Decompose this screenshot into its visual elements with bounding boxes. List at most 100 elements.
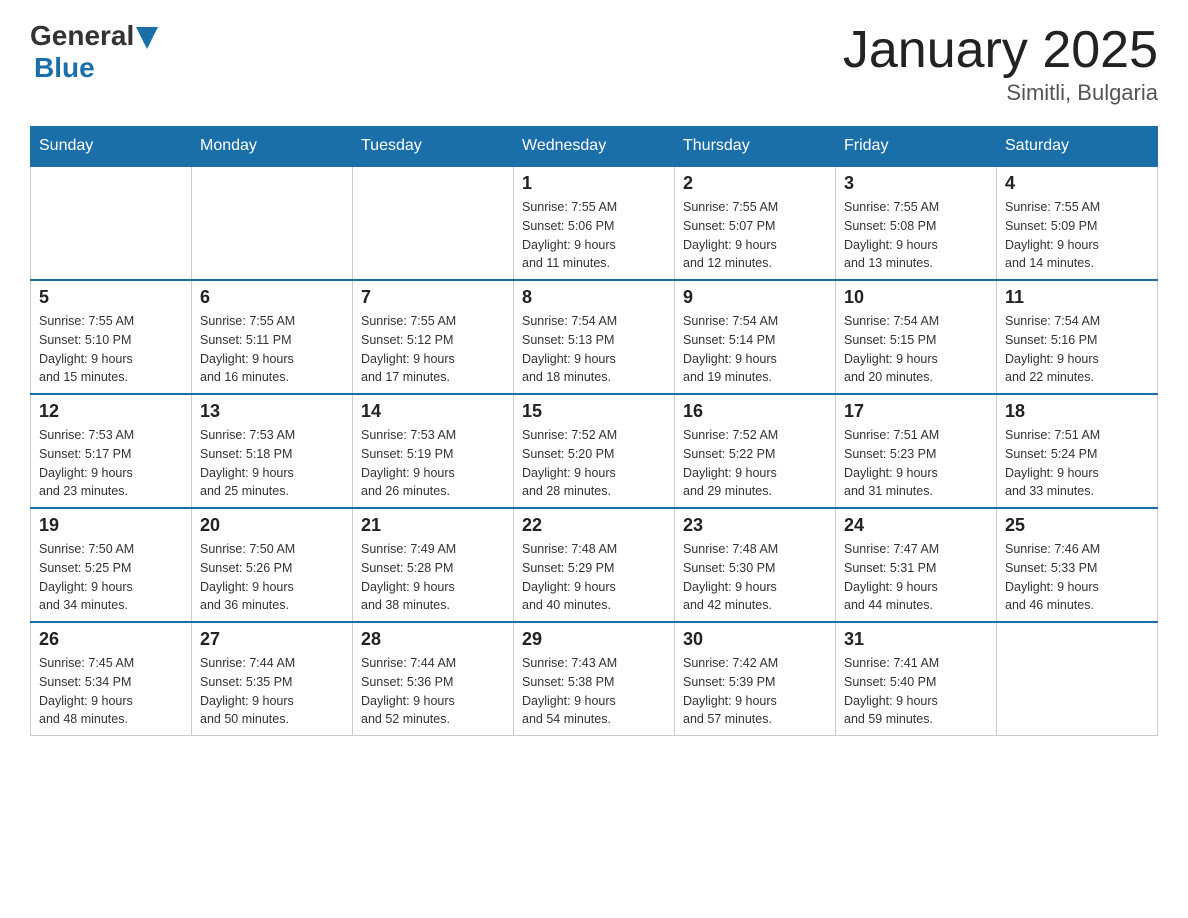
day-number: 21	[361, 515, 505, 536]
calendar-cell: 1 Sunrise: 7:55 AM Sunset: 5:06 PM Daylig…	[514, 166, 675, 280]
day-number: 11	[1005, 287, 1149, 308]
day-info: Sunrise: 7:41 AM Sunset: 5:40 PM Dayligh…	[844, 654, 988, 729]
calendar-cell: 10 Sunrise: 7:54 AM Sunset: 5:15 PM Dayli…	[836, 280, 997, 394]
day-number: 19	[39, 515, 183, 536]
day-info: Sunrise: 7:54 AM Sunset: 5:14 PM Dayligh…	[683, 312, 827, 387]
day-number: 22	[522, 515, 666, 536]
day-info: Sunrise: 7:52 AM Sunset: 5:20 PM Dayligh…	[522, 426, 666, 501]
day-info: Sunrise: 7:50 AM Sunset: 5:26 PM Dayligh…	[200, 540, 344, 615]
day-number: 26	[39, 629, 183, 650]
day-info: Sunrise: 7:55 AM Sunset: 5:12 PM Dayligh…	[361, 312, 505, 387]
day-number: 18	[1005, 401, 1149, 422]
day-info: Sunrise: 7:55 AM Sunset: 5:06 PM Dayligh…	[522, 198, 666, 273]
day-number: 14	[361, 401, 505, 422]
calendar-body: 1 Sunrise: 7:55 AM Sunset: 5:06 PM Daylig…	[31, 166, 1158, 736]
calendar-subtitle: Simitli, Bulgaria	[843, 80, 1158, 106]
day-number: 13	[200, 401, 344, 422]
calendar-cell: 21Sunrise: 7:49 AM Sunset: 5:28 PM Dayli…	[353, 508, 514, 622]
week-row-2: 5 Sunrise: 7:55 AM Sunset: 5:10 PM Daylig…	[31, 280, 1158, 394]
day-number: 17	[844, 401, 988, 422]
calendar-cell: 14 Sunrise: 7:53 AM Sunset: 5:19 PM Dayli…	[353, 394, 514, 508]
title-section: January 2025 Simitli, Bulgaria	[843, 20, 1158, 106]
day-number: 10	[844, 287, 988, 308]
calendar-cell: 11Sunrise: 7:54 AM Sunset: 5:16 PM Dayli…	[997, 280, 1158, 394]
calendar-header: SundayMondayTuesdayWednesdayThursdayFrid…	[31, 127, 1158, 167]
day-info: Sunrise: 7:45 AM Sunset: 5:34 PM Dayligh…	[39, 654, 183, 729]
day-info: Sunrise: 7:44 AM Sunset: 5:35 PM Dayligh…	[200, 654, 344, 729]
calendar-cell: 2 Sunrise: 7:55 AM Sunset: 5:07 PM Daylig…	[675, 166, 836, 280]
calendar-cell: 25 Sunrise: 7:46 AM Sunset: 5:33 PM Dayli…	[997, 508, 1158, 622]
header-day-wednesday: Wednesday	[514, 127, 675, 167]
calendar-cell: 5 Sunrise: 7:55 AM Sunset: 5:10 PM Daylig…	[31, 280, 192, 394]
day-number: 28	[361, 629, 505, 650]
day-info: Sunrise: 7:48 AM Sunset: 5:30 PM Dayligh…	[683, 540, 827, 615]
calendar-cell	[31, 166, 192, 280]
calendar-cell: 9 Sunrise: 7:54 AM Sunset: 5:14 PM Daylig…	[675, 280, 836, 394]
day-number: 20	[200, 515, 344, 536]
header-row: SundayMondayTuesdayWednesdayThursdayFrid…	[31, 127, 1158, 167]
day-number: 25	[1005, 515, 1149, 536]
day-info: Sunrise: 7:50 AM Sunset: 5:25 PM Dayligh…	[39, 540, 183, 615]
calendar-cell: 3 Sunrise: 7:55 AM Sunset: 5:08 PM Daylig…	[836, 166, 997, 280]
day-info: Sunrise: 7:55 AM Sunset: 5:09 PM Dayligh…	[1005, 198, 1149, 273]
day-info: Sunrise: 7:51 AM Sunset: 5:24 PM Dayligh…	[1005, 426, 1149, 501]
week-row-3: 12Sunrise: 7:53 AM Sunset: 5:17 PM Dayli…	[31, 394, 1158, 508]
day-info: Sunrise: 7:53 AM Sunset: 5:19 PM Dayligh…	[361, 426, 505, 501]
header-day-saturday: Saturday	[997, 127, 1158, 167]
day-number: 15	[522, 401, 666, 422]
day-number: 2	[683, 173, 827, 194]
calendar-cell: 13 Sunrise: 7:53 AM Sunset: 5:18 PM Dayli…	[192, 394, 353, 508]
day-number: 9	[683, 287, 827, 308]
logo-blue-text: Blue	[34, 52, 95, 84]
day-number: 12	[39, 401, 183, 422]
day-info: Sunrise: 7:54 AM Sunset: 5:15 PM Dayligh…	[844, 312, 988, 387]
calendar-cell: 23 Sunrise: 7:48 AM Sunset: 5:30 PM Dayli…	[675, 508, 836, 622]
calendar-cell: 4 Sunrise: 7:55 AM Sunset: 5:09 PM Daylig…	[997, 166, 1158, 280]
header-day-monday: Monday	[192, 127, 353, 167]
day-info: Sunrise: 7:54 AM Sunset: 5:13 PM Dayligh…	[522, 312, 666, 387]
day-number: 31	[844, 629, 988, 650]
day-number: 16	[683, 401, 827, 422]
calendar-cell: 7 Sunrise: 7:55 AM Sunset: 5:12 PM Daylig…	[353, 280, 514, 394]
calendar-cell: 30 Sunrise: 7:42 AM Sunset: 5:39 PM Dayli…	[675, 622, 836, 736]
calendar-cell: 31 Sunrise: 7:41 AM Sunset: 5:40 PM Dayli…	[836, 622, 997, 736]
week-row-5: 26 Sunrise: 7:45 AM Sunset: 5:34 PM Dayli…	[31, 622, 1158, 736]
day-info: Sunrise: 7:48 AM Sunset: 5:29 PM Dayligh…	[522, 540, 666, 615]
day-info: Sunrise: 7:52 AM Sunset: 5:22 PM Dayligh…	[683, 426, 827, 501]
day-number: 8	[522, 287, 666, 308]
header-day-thursday: Thursday	[675, 127, 836, 167]
calendar-table: SundayMondayTuesdayWednesdayThursdayFrid…	[30, 126, 1158, 736]
day-info: Sunrise: 7:55 AM Sunset: 5:07 PM Dayligh…	[683, 198, 827, 273]
day-number: 5	[39, 287, 183, 308]
calendar-cell: 27Sunrise: 7:44 AM Sunset: 5:35 PM Dayli…	[192, 622, 353, 736]
day-info: Sunrise: 7:43 AM Sunset: 5:38 PM Dayligh…	[522, 654, 666, 729]
day-number: 3	[844, 173, 988, 194]
day-info: Sunrise: 7:55 AM Sunset: 5:11 PM Dayligh…	[200, 312, 344, 387]
day-info: Sunrise: 7:47 AM Sunset: 5:31 PM Dayligh…	[844, 540, 988, 615]
header-day-sunday: Sunday	[31, 127, 192, 167]
day-number: 30	[683, 629, 827, 650]
calendar-cell: 22 Sunrise: 7:48 AM Sunset: 5:29 PM Dayli…	[514, 508, 675, 622]
header-day-friday: Friday	[836, 127, 997, 167]
day-number: 24	[844, 515, 988, 536]
day-number: 29	[522, 629, 666, 650]
day-info: Sunrise: 7:46 AM Sunset: 5:33 PM Dayligh…	[1005, 540, 1149, 615]
day-number: 4	[1005, 173, 1149, 194]
logo-general-text: General	[30, 20, 134, 52]
calendar-cell: 18 Sunrise: 7:51 AM Sunset: 5:24 PM Dayli…	[997, 394, 1158, 508]
calendar-cell: 28Sunrise: 7:44 AM Sunset: 5:36 PM Dayli…	[353, 622, 514, 736]
day-number: 7	[361, 287, 505, 308]
day-info: Sunrise: 7:55 AM Sunset: 5:08 PM Dayligh…	[844, 198, 988, 273]
day-number: 23	[683, 515, 827, 536]
calendar-cell: 19 Sunrise: 7:50 AM Sunset: 5:25 PM Dayli…	[31, 508, 192, 622]
day-info: Sunrise: 7:51 AM Sunset: 5:23 PM Dayligh…	[844, 426, 988, 501]
calendar-cell: 24 Sunrise: 7:47 AM Sunset: 5:31 PM Dayli…	[836, 508, 997, 622]
day-info: Sunrise: 7:42 AM Sunset: 5:39 PM Dayligh…	[683, 654, 827, 729]
day-info: Sunrise: 7:55 AM Sunset: 5:10 PM Dayligh…	[39, 312, 183, 387]
day-info: Sunrise: 7:53 AM Sunset: 5:18 PM Dayligh…	[200, 426, 344, 501]
calendar-cell: 8 Sunrise: 7:54 AM Sunset: 5:13 PM Daylig…	[514, 280, 675, 394]
page-header: General Blue January 2025 Simitli, Bulga…	[30, 20, 1158, 106]
calendar-cell: 12Sunrise: 7:53 AM Sunset: 5:17 PM Dayli…	[31, 394, 192, 508]
day-number: 1	[522, 173, 666, 194]
week-row-1: 1 Sunrise: 7:55 AM Sunset: 5:06 PM Daylig…	[31, 166, 1158, 280]
